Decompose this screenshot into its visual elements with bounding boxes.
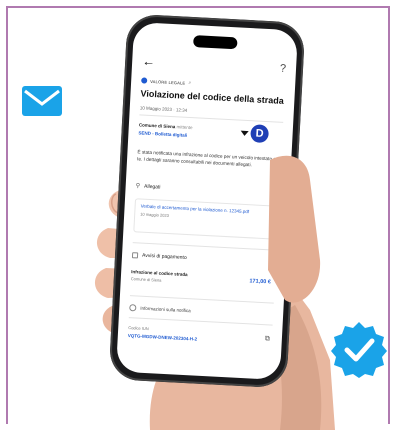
- legal-value-tag: VALORE LEGALE ⌕: [141, 77, 191, 86]
- mail-icon: [22, 86, 62, 116]
- paperclip-icon: ⚲: [135, 183, 141, 190]
- attachments-label: Allegati: [143, 183, 161, 191]
- sender-meta: mittente: [176, 124, 193, 131]
- dynamic-island: [193, 35, 238, 50]
- divider: [128, 317, 273, 326]
- notification-title: Violazione del codice della strada: [140, 88, 284, 106]
- sender-line: Comune di Siena mittente: [139, 122, 193, 130]
- notification-date: 10 Maggio 2023 · 12:34: [139, 105, 188, 113]
- copy-icon[interactable]: ⧉: [265, 335, 270, 343]
- back-arrow-icon[interactable]: ←: [142, 53, 156, 69]
- status-dot: [141, 77, 148, 84]
- payment-notices-label: Avvisi di pagamento: [141, 252, 187, 262]
- payment-notices-header: Avvisi di pagamento: [131, 252, 187, 262]
- info-row[interactable]: Informazioni sulla notifica: [129, 304, 191, 314]
- thumb-illustration: [268, 155, 321, 303]
- dropdown-arrow-icon[interactable]: [240, 130, 249, 137]
- document-icon: [131, 252, 139, 259]
- info-label: Informazioni sulla notifica: [140, 305, 191, 314]
- sender-code[interactable]: SEND - Bolletta digitali: [138, 130, 187, 138]
- sender-name: Comune di Siena: [138, 122, 176, 130]
- help-icon[interactable]: ?: [280, 62, 287, 76]
- tag-label: VALORE LEGALE: [150, 78, 186, 86]
- info-icon: [129, 304, 137, 312]
- iun-value: VQTG-MGDW-DNEW-202304-H-2: [127, 333, 198, 342]
- divider: [139, 114, 284, 123]
- attachments-header: ⚲ Allegati: [136, 182, 161, 190]
- iun-label: Codice IUN: [128, 325, 149, 332]
- sender-logo: D: [250, 124, 270, 144]
- paperclip-icon: ⌕: [188, 79, 192, 87]
- top-navigation: ← ?: [142, 53, 287, 76]
